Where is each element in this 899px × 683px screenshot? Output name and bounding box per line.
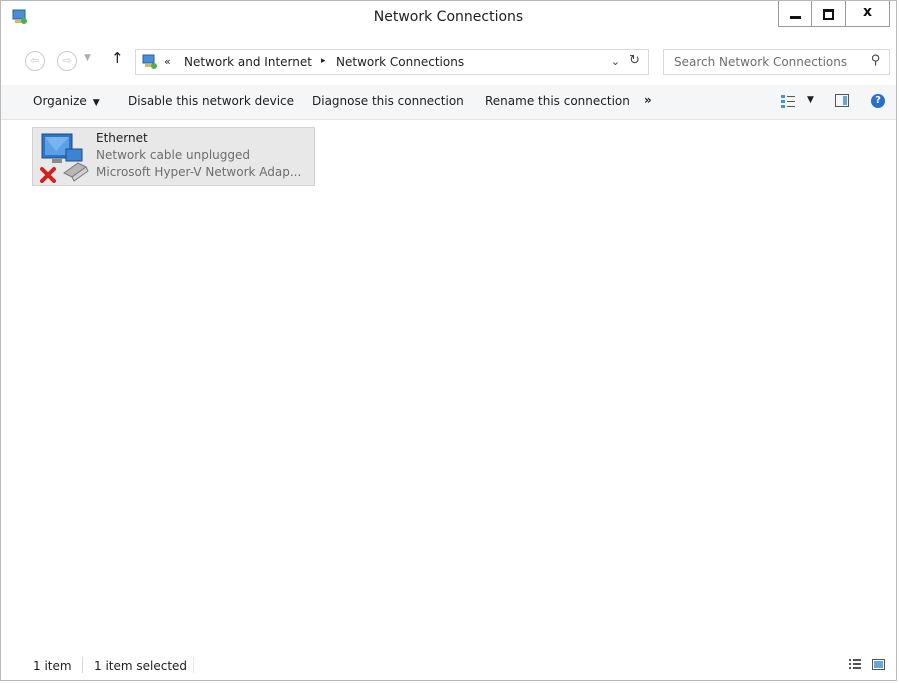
window-title: Network Connections — [373, 9, 524, 25]
rename-connection-button[interactable]: Rename this connection — [485, 94, 630, 108]
breadcrumb-overflow[interactable]: « — [164, 55, 171, 68]
change-view-icon[interactable] — [781, 94, 795, 108]
connection-status: Network cable unplugged — [96, 148, 251, 162]
up-button[interactable]: ↑ — [111, 49, 124, 67]
close-button[interactable] — [846, 1, 890, 27]
connection-name: Ethernet — [96, 131, 148, 145]
help-icon[interactable]: ? — [871, 94, 885, 108]
preview-pane-icon[interactable] — [835, 94, 849, 107]
diagnose-connection-button[interactable]: Diagnose this connection — [312, 94, 464, 108]
caption-buttons — [778, 1, 890, 29]
forward-button[interactable]: ⇨ — [57, 51, 77, 71]
connection-tile-ethernet[interactable]: Ethernet Network cable unplugged Microso… — [32, 127, 315, 186]
refresh-icon[interactable]: ↻ — [629, 53, 640, 68]
search-input[interactable]: Search Network Connections ⚲ — [663, 49, 890, 75]
details-view-icon[interactable] — [849, 659, 861, 670]
network-folder-icon — [142, 54, 157, 69]
minimize-button[interactable] — [778, 1, 812, 27]
breadcrumb-network-connections[interactable]: Network Connections — [336, 55, 464, 69]
large-icons-view-icon[interactable] — [872, 659, 885, 670]
disable-device-button[interactable]: Disable this network device — [128, 94, 294, 108]
status-bar: 1 item 1 item selected — [1, 651, 896, 680]
back-button[interactable]: ⇦ — [25, 51, 45, 71]
breadcrumb-network-and-internet[interactable]: Network and Internet — [184, 55, 312, 69]
connections-list[interactable]: Ethernet Network cable unplugged Microso… — [1, 120, 896, 650]
address-dropdown-icon[interactable]: ⌄ — [611, 55, 620, 68]
network-connections-window: Network Connections ⇦ ⇨ ▼ ↑ « Network an… — [0, 0, 897, 681]
address-row: ⇦ ⇨ ▼ ↑ « Network and Internet ▸ Network… — [1, 45, 896, 79]
network-adapter-disconnected-icon — [40, 133, 89, 183]
maximize-button[interactable] — [812, 1, 846, 27]
address-bar[interactable]: « Network and Internet ▸ Network Connect… — [135, 49, 649, 75]
selected-count: 1 item selected — [94, 659, 188, 673]
search-placeholder: Search Network Connections — [674, 55, 848, 69]
command-bar: Organize ▼ Disable this network device Di… — [1, 85, 896, 120]
breadcrumb-separator-icon[interactable]: ▸ — [321, 56, 326, 66]
organize-button[interactable]: Organize ▼ — [33, 94, 100, 108]
view-options-dropdown[interactable]: ▼ — [807, 95, 814, 105]
title-bar[interactable]: Network Connections — [1, 1, 896, 34]
search-icon[interactable]: ⚲ — [871, 53, 881, 68]
organize-caret-icon: ▼ — [92, 98, 100, 108]
status-divider — [82, 657, 83, 673]
item-count: 1 item — [33, 659, 72, 673]
more-commands-button[interactable]: » — [644, 93, 652, 107]
connection-adapter: Microsoft Hyper-V Network Adap... — [96, 165, 302, 179]
status-divider — [193, 657, 194, 673]
recent-locations-dropdown[interactable]: ▼ — [84, 53, 91, 63]
organize-label: Organize — [33, 94, 87, 108]
